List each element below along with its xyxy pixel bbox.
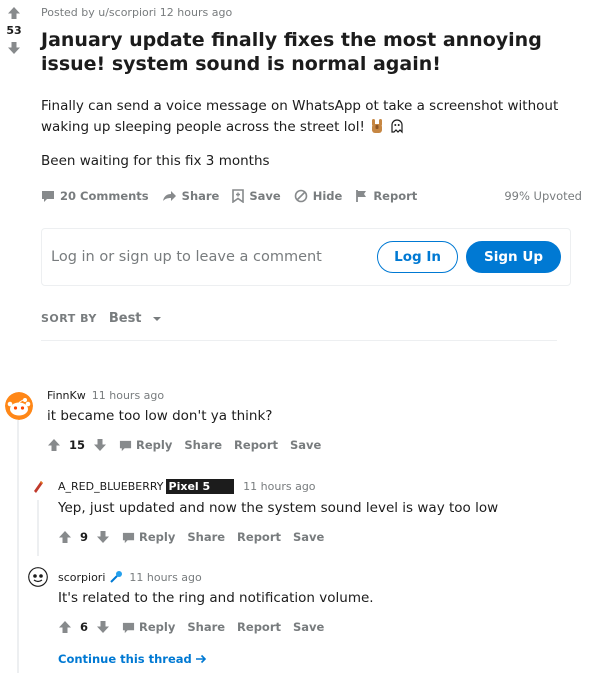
hide-icon xyxy=(294,189,308,203)
report-button[interactable]: Report xyxy=(237,530,281,544)
comment-icon xyxy=(122,532,135,543)
comments-label: 20 Comments xyxy=(60,189,149,203)
save-icon xyxy=(232,189,245,203)
reply-button[interactable]: Reply xyxy=(122,530,175,544)
signup-button[interactable]: Sign Up xyxy=(466,241,561,273)
reply-button[interactable]: Reply xyxy=(122,620,175,634)
upvote-ratio: 99% Upvoted xyxy=(504,189,582,203)
thread-line[interactable] xyxy=(37,500,39,556)
divider xyxy=(41,340,557,341)
downvote-icon[interactable] xyxy=(7,41,21,55)
comment-prompt: Log in or sign up to leave a comment xyxy=(51,249,322,265)
avatar[interactable] xyxy=(28,567,48,587)
report-button[interactable]: Report xyxy=(237,620,281,634)
avatar[interactable] xyxy=(30,479,46,495)
avatar[interactable] xyxy=(5,392,33,420)
post-body: Finally can send a voice message on What… xyxy=(41,96,561,172)
comment-time[interactable]: 11 hours ago xyxy=(92,389,164,402)
comment-text: Yep, just updated and now the system sou… xyxy=(58,500,499,516)
login-button[interactable]: Log In xyxy=(377,241,459,273)
comment-time[interactable]: 11 hours ago xyxy=(129,571,201,584)
sort-label: SORT BY xyxy=(41,312,97,325)
reply-button[interactable]: Reply xyxy=(119,438,172,452)
upvote-icon[interactable] xyxy=(58,620,72,634)
comment-text: it became too low don't ya think? xyxy=(47,408,273,424)
share-button[interactable]: Share xyxy=(187,530,225,544)
continue-thread-label: Continue this thread xyxy=(58,652,192,666)
comment-icon xyxy=(119,440,132,451)
share-button[interactable]: Share xyxy=(184,438,222,452)
save-button[interactable]: Save xyxy=(293,530,324,544)
comment-score: 6 xyxy=(80,620,89,634)
reply-label: Reply xyxy=(136,438,173,452)
post: Posted by u/scorpiori 12 hours ago Janua… xyxy=(41,0,582,185)
post-body-paragraph: Finally can send a voice message on What… xyxy=(41,96,561,138)
share-button[interactable]: Share xyxy=(162,189,220,203)
comment: FinnKw 11 hours ago it became too low do… xyxy=(47,389,577,452)
comment-header: scorpiori 11 hours ago xyxy=(58,570,578,584)
comment-score: 9 xyxy=(80,530,89,544)
arrow-right-icon xyxy=(195,654,206,664)
share-button[interactable]: Share xyxy=(187,620,225,634)
post-score: 53 xyxy=(6,24,22,37)
reply-label: Reply xyxy=(139,530,176,544)
comments-button[interactable]: 20 Comments xyxy=(41,189,149,203)
downvote-icon[interactable] xyxy=(93,438,107,452)
comment-author[interactable]: FinnKw xyxy=(47,389,86,402)
rock-on-hand-emoji-icon xyxy=(372,119,383,133)
report-button[interactable]: Report xyxy=(355,189,417,203)
thread-line[interactable] xyxy=(17,420,19,673)
comment-score: 15 xyxy=(69,438,86,452)
upvote-icon[interactable] xyxy=(7,6,21,20)
upvote-icon[interactable] xyxy=(58,530,72,544)
hide-button[interactable]: Hide xyxy=(294,189,343,203)
save-label: Save xyxy=(249,189,281,203)
comment-time[interactable]: 11 hours ago xyxy=(243,480,315,493)
share-icon xyxy=(162,191,176,201)
comment-author[interactable]: A_RED_BLUEBERRY xyxy=(58,480,164,493)
comment-actions: 9 Reply Share Report Save xyxy=(58,530,578,544)
comment-text: It's related to the ring and notificatio… xyxy=(58,590,374,606)
sort-value[interactable]: Best xyxy=(109,311,142,326)
upvote-icon[interactable] xyxy=(47,438,61,452)
report-label: Report xyxy=(373,189,418,203)
save-button[interactable]: Save xyxy=(290,438,321,452)
comment: A_RED_BLUEBERRY Pixel 5 11 hours ago Yep… xyxy=(58,479,578,544)
comment-header: A_RED_BLUEBERRY Pixel 5 11 hours ago xyxy=(58,479,578,494)
comment-login-box: Log in or sign up to leave a comment Log… xyxy=(41,228,571,286)
share-label: Share xyxy=(181,189,220,203)
user-flair: Pixel 5 xyxy=(165,479,235,494)
comment-icon xyxy=(42,191,54,202)
reply-label: Reply xyxy=(139,620,176,634)
comment: scorpiori 11 hours ago It's related to t… xyxy=(58,570,578,635)
comment-author[interactable]: scorpiori xyxy=(58,571,105,584)
continue-thread-link[interactable]: Continue this thread xyxy=(58,652,207,666)
comment-actions: 15 Reply Share Report Save xyxy=(47,438,577,452)
chevron-down-icon[interactable] xyxy=(152,315,162,323)
post-body-paragraph: Been waiting for this fix 3 months xyxy=(41,153,270,169)
save-button[interactable]: Save xyxy=(232,189,281,203)
post-actions: 20 Comments Share Save Hide Report 99% U… xyxy=(41,186,582,206)
save-button[interactable]: Save xyxy=(293,620,324,634)
post-meta: Posted by u/scorpiori 12 hours ago xyxy=(41,6,233,19)
ghost-emoji-icon xyxy=(391,119,404,134)
post-vote-column: 53 xyxy=(0,6,28,55)
flag-icon xyxy=(356,190,367,202)
post-body-text: Finally can send a voice message on What… xyxy=(41,98,559,135)
comment-header: FinnKw 11 hours ago xyxy=(47,389,577,402)
downvote-icon[interactable] xyxy=(96,530,110,544)
comment-actions: 6 Reply Share Report Save xyxy=(58,620,578,634)
post-title[interactable]: January update finally fixes the most an… xyxy=(41,28,551,76)
hide-label: Hide xyxy=(312,189,343,203)
microphone-icon xyxy=(110,571,123,583)
report-button[interactable]: Report xyxy=(234,438,278,452)
downvote-icon[interactable] xyxy=(96,620,110,634)
comment-icon xyxy=(122,622,135,633)
sort-control[interactable]: SORT BY Best xyxy=(41,311,162,326)
